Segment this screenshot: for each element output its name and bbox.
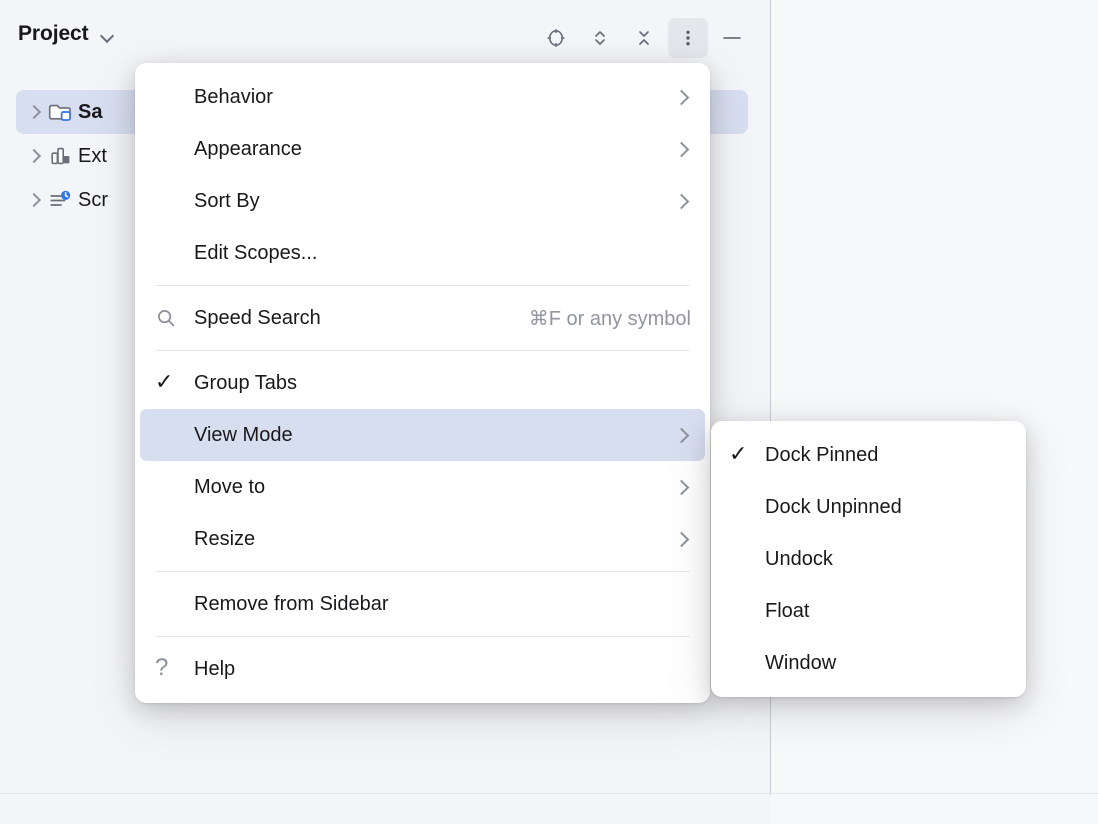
scratches-and-consoles-icon — [48, 187, 78, 213]
check-icon: ✓ — [155, 372, 194, 394]
menu-item-label: Sort By — [194, 190, 663, 213]
chevron-right-icon — [675, 482, 691, 493]
submenu-item-float[interactable]: Float — [716, 585, 1021, 637]
tree-item-label: Ext — [78, 145, 107, 168]
menu-item-label: Remove from Sidebar — [194, 593, 691, 616]
menu-separator — [155, 285, 690, 286]
submenu-item-label: Undock — [765, 548, 1007, 571]
expand-all-icon — [588, 26, 612, 50]
chevron-right-icon — [675, 144, 691, 155]
submenu-item-undock[interactable]: Undock — [716, 533, 1021, 585]
menu-item-label: Speed Search — [194, 307, 507, 330]
submenu-item-dock-unpinned[interactable]: Dock Unpinned — [716, 481, 1021, 533]
menu-item-label: Behavior — [194, 86, 663, 109]
menu-item-label: Move to — [194, 476, 663, 499]
menu-item-label: Edit Scopes... — [194, 242, 691, 265]
minimize-button[interactable] — [712, 18, 752, 58]
menu-separator — [155, 350, 690, 351]
check-mark-glyph: ✓ — [729, 443, 747, 465]
bottom-divider — [0, 793, 1098, 794]
menu-item-label: Appearance — [194, 138, 663, 161]
question-mark-glyph: ? — [155, 656, 168, 680]
submenu-item-label: Dock Pinned — [765, 444, 1007, 467]
tree-item-label: Sa — [78, 101, 102, 124]
chevron-right-icon[interactable] — [22, 151, 48, 161]
submenu-item-dock-pinned[interactable]: ✓ Dock Pinned — [716, 429, 1021, 481]
menu-item-edit-scopes[interactable]: Edit Scopes... — [140, 227, 705, 279]
menu-item-label: Resize — [194, 528, 663, 551]
menu-item-label: Help — [194, 658, 691, 681]
menu-item-help[interactable]: ? Help — [140, 643, 705, 695]
check-icon: ✓ — [729, 444, 765, 466]
chevron-right-icon[interactable] — [22, 107, 48, 117]
search-icon — [155, 307, 194, 329]
select-opened-file-icon — [544, 26, 568, 50]
chevron-down-icon[interactable] — [100, 29, 114, 43]
project-folder-icon — [48, 99, 78, 125]
collapse-all-icon — [632, 26, 656, 50]
more-options-icon — [676, 26, 700, 50]
external-libraries-icon — [48, 143, 78, 169]
menu-item-move-to[interactable]: Move to — [140, 461, 705, 513]
tree-item-label: Scr — [78, 189, 108, 212]
tool-window-options-menu: Behavior Appearance Sort By Edit Scopes.… — [135, 63, 710, 703]
more-options-button[interactable] — [668, 18, 708, 58]
select-opened-file-button[interactable] — [536, 18, 576, 58]
editor-area — [771, 0, 1098, 824]
view-mode-submenu: ✓ Dock Pinned Dock Unpinned Undock Float… — [711, 421, 1026, 697]
menu-item-label: View Mode — [194, 424, 663, 447]
menu-item-behavior[interactable]: Behavior — [140, 71, 705, 123]
expand-all-button[interactable] — [580, 18, 620, 58]
chevron-right-icon — [675, 92, 691, 103]
menu-item-remove-from-sidebar[interactable]: Remove from Sidebar — [140, 578, 705, 630]
submenu-item-window[interactable]: Window — [716, 637, 1021, 689]
tool-window-title-group[interactable]: Project — [18, 22, 114, 46]
chevron-right-icon — [675, 196, 691, 207]
check-mark-glyph: ✓ — [155, 371, 173, 393]
menu-item-view-mode[interactable]: View Mode — [140, 409, 705, 461]
menu-item-group-tabs[interactable]: ✓ Group Tabs — [140, 357, 705, 409]
page-title: Project — [18, 22, 89, 46]
submenu-item-label: Dock Unpinned — [765, 496, 1007, 519]
chevron-right-icon — [675, 430, 691, 441]
menu-item-speed-search[interactable]: Speed Search ⌘F or any symbol — [140, 292, 705, 344]
tool-window-toolbar — [536, 18, 752, 58]
submenu-item-label: Window — [765, 652, 1007, 675]
chevron-right-icon — [675, 534, 691, 545]
collapse-all-button[interactable] — [624, 18, 664, 58]
menu-item-label: Group Tabs — [194, 372, 691, 395]
minimize-icon — [719, 26, 745, 50]
menu-separator — [155, 571, 690, 572]
submenu-item-label: Float — [765, 600, 1007, 623]
menu-item-appearance[interactable]: Appearance — [140, 123, 705, 175]
chevron-right-icon[interactable] — [22, 195, 48, 205]
menu-separator — [155, 636, 690, 637]
menu-item-sort-by[interactable]: Sort By — [140, 175, 705, 227]
menu-item-shortcut: ⌘F or any symbol — [529, 306, 691, 331]
question-mark-icon: ? — [155, 657, 194, 681]
menu-item-resize[interactable]: Resize — [140, 513, 705, 565]
